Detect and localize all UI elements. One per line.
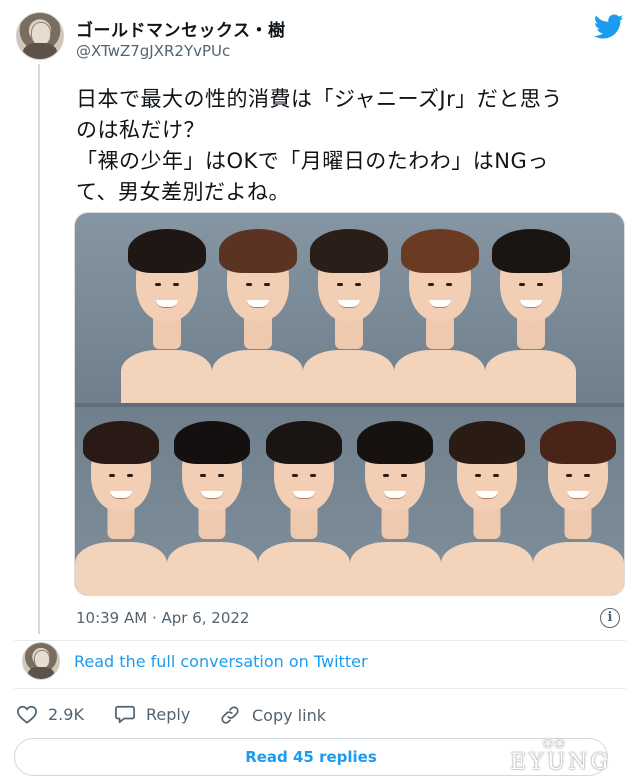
heart-icon [17, 705, 37, 724]
author-avatar[interactable] [16, 12, 64, 60]
tweet-line-1: 日本で最大の性的消費は「ジャニーズJr」だと思う [76, 87, 563, 111]
copy-link-action[interactable]: Copy link [218, 704, 326, 726]
tweet-timestamp[interactable]: 10:39 AM · Apr 6, 2022 [76, 609, 249, 627]
conversation-avatar[interactable] [22, 642, 60, 680]
photo-top-row [75, 213, 624, 403]
copy-link-label: Copy link [252, 705, 326, 725]
portrait [75, 407, 167, 595]
portrait [258, 407, 350, 595]
author-display-name[interactable]: ゴールドマンセックス・樹 [76, 16, 286, 41]
tweet-text: 日本で最大の性的消費は「ジャニーズJr」だと思う のは私だけ？ 「裸の少年」はO… [76, 84, 563, 208]
portrait [349, 407, 441, 595]
tweet-line-4: て、男女差別だよね。 [76, 180, 290, 204]
photo-bottom-row [75, 407, 624, 595]
author-handle[interactable]: @XTwZ7gJXR2YvPUc [76, 42, 230, 60]
twitter-bird-icon[interactable] [593, 14, 624, 40]
portrait [532, 407, 624, 595]
portrait [166, 407, 258, 595]
read-conversation-link[interactable]: Read the full conversation on Twitter [74, 652, 368, 671]
portrait [303, 213, 394, 403]
portrait [485, 213, 576, 403]
portrait [212, 213, 303, 403]
reply-action[interactable]: Reply [114, 704, 190, 724]
like-count: 2.9K [48, 704, 84, 724]
reply-bubble-icon [115, 705, 135, 724]
divider-2 [14, 688, 626, 689]
portrait [441, 407, 533, 595]
portrait [394, 213, 485, 403]
reply-label: Reply [146, 704, 191, 724]
watermark: EYUNG [510, 750, 611, 775]
thread-line [38, 64, 40, 634]
tweet-line-3: 「裸の少年」はOKで「月曜日のたわわ」はNGっ [76, 149, 549, 173]
info-icon[interactable]: i [600, 608, 620, 628]
tweet-photo[interactable] [74, 212, 625, 596]
portrait [121, 213, 212, 403]
divider [14, 640, 626, 641]
like-action[interactable]: 2.9K [16, 704, 84, 724]
link-icon [221, 706, 239, 724]
tweet-line-2: のは私だけ？ [76, 118, 205, 142]
